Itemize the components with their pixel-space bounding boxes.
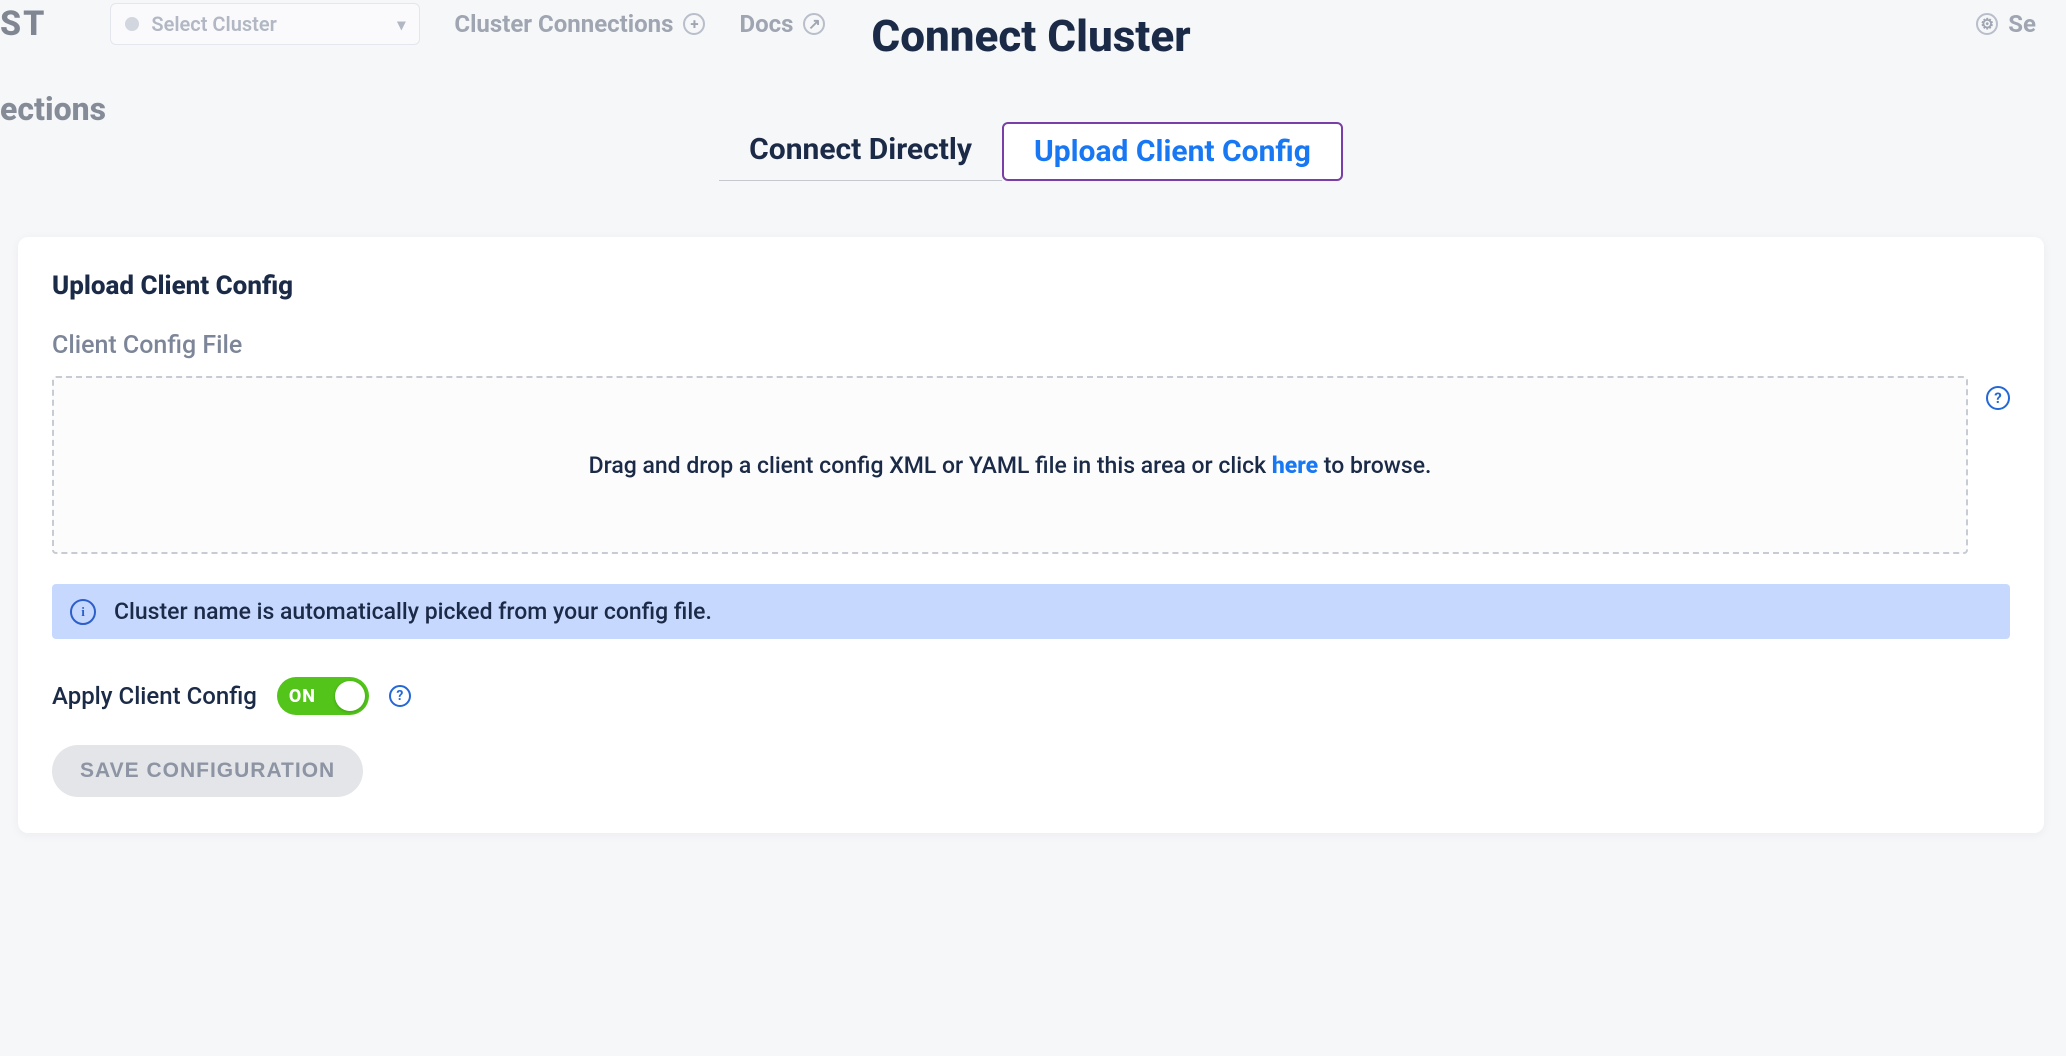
connect-cluster-modal: Connect Cluster Connect Directly Upload … (18, 0, 2044, 1056)
modal-title: Connect Cluster (871, 10, 1190, 62)
help-icon[interactable]: ? (389, 685, 411, 707)
info-text: Cluster name is automatically picked fro… (114, 598, 712, 625)
config-dropzone[interactable]: Drag and drop a client config XML or YAM… (52, 376, 1968, 554)
toggle-label: Apply Client Config (52, 682, 257, 710)
upload-card: Upload Client Config Client Config File … (18, 237, 2044, 833)
section-title: Upload Client Config (52, 271, 2010, 301)
apply-config-toggle[interactable]: ON (277, 677, 369, 715)
browse-link[interactable]: here (1272, 452, 1318, 479)
toggle-knob (335, 681, 365, 711)
dropzone-text: Drag and drop a client config XML or YAM… (589, 452, 1432, 479)
info-banner: i Cluster name is automatically picked f… (52, 584, 2010, 639)
tab-upload-client-config[interactable]: Upload Client Config (1002, 122, 1343, 181)
info-icon: i (70, 599, 96, 625)
toggle-state: ON (289, 686, 316, 707)
tab-connect-directly[interactable]: Connect Directly (719, 122, 1002, 181)
modal-tabs: Connect Directly Upload Client Config (719, 122, 1343, 181)
field-label-client-config: Client Config File (52, 331, 2010, 360)
save-configuration-button[interactable]: SAVE CONFIGURATION (52, 745, 363, 797)
help-icon[interactable]: ? (1986, 386, 2010, 410)
